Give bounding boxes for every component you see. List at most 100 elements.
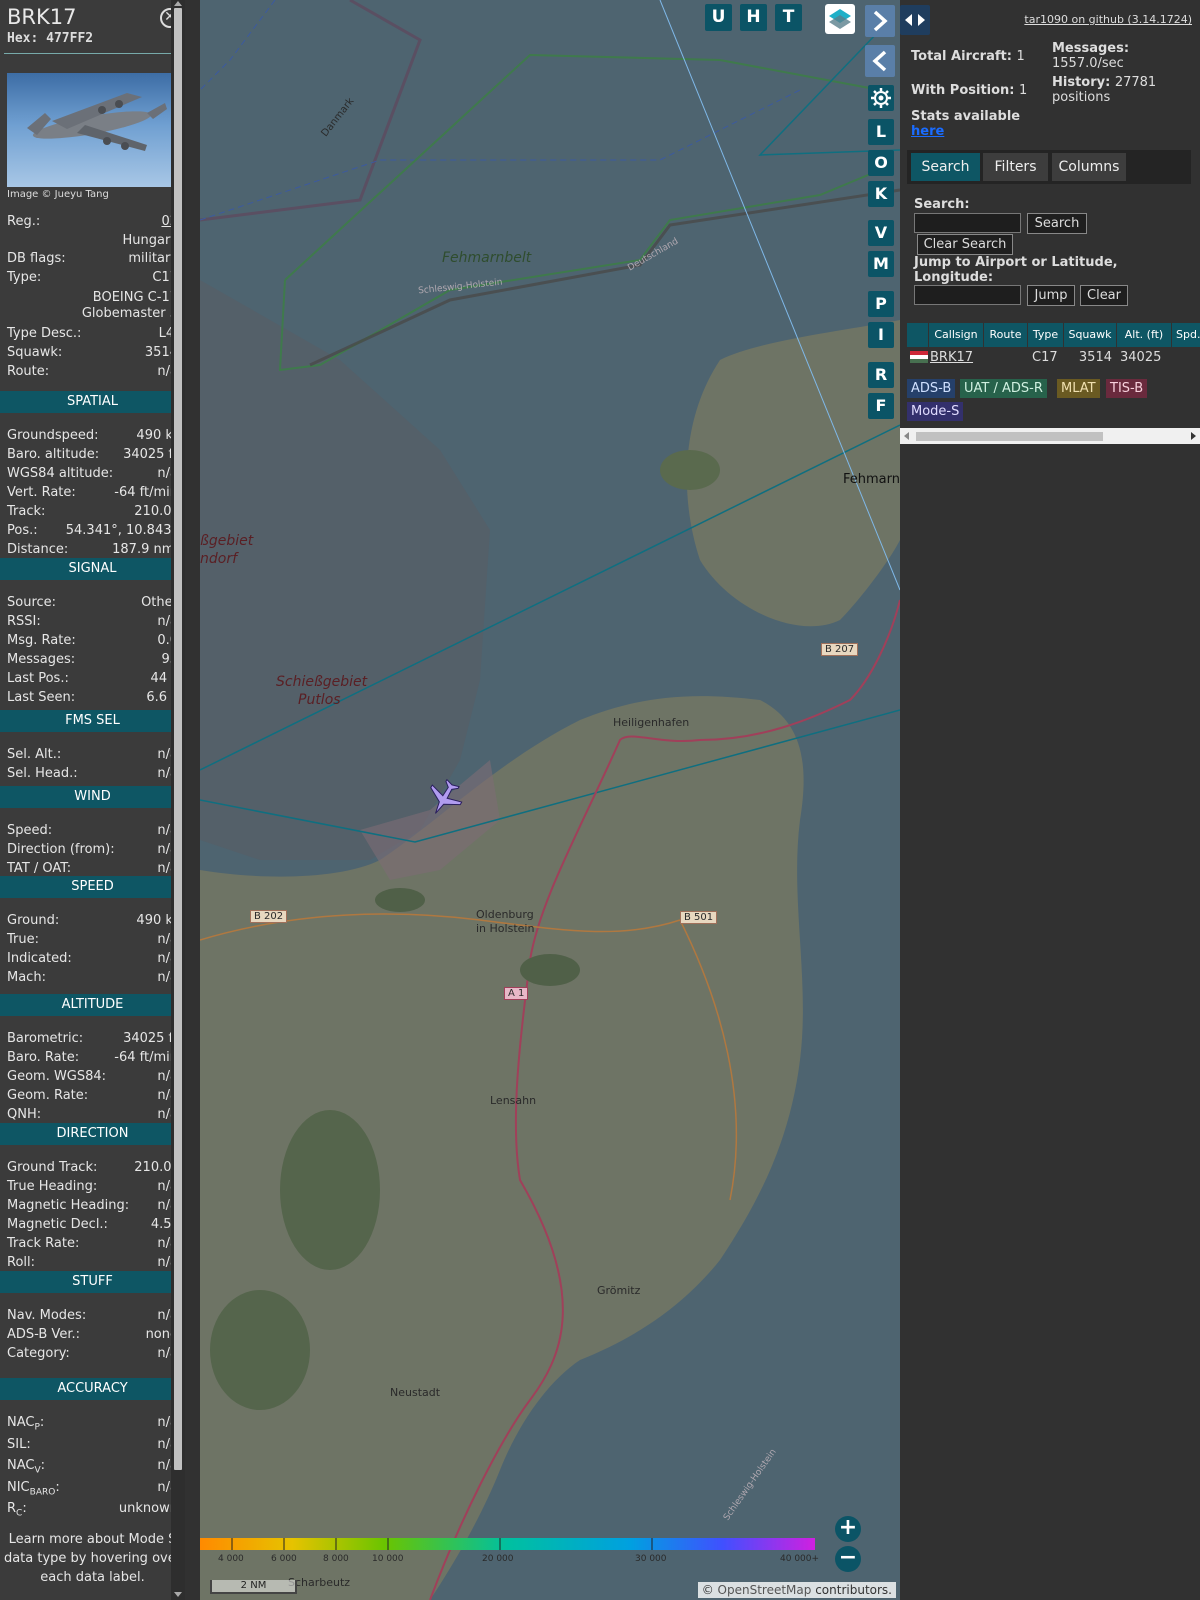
expand-sidebar-button[interactable] <box>865 5 895 37</box>
info-label[interactable]: Mach: <box>7 970 46 985</box>
info-label[interactable]: True: <box>7 932 39 947</box>
legend-tisb[interactable]: TIS-B <box>1106 379 1148 398</box>
tab-filters[interactable]: Filters <box>983 153 1048 181</box>
stats-here-link[interactable]: here <box>911 124 944 139</box>
info-label[interactable]: Vert. Rate: <box>7 485 76 500</box>
scroll-down-arrow-icon[interactable] <box>174 1592 182 1597</box>
info-label[interactable]: SIL: <box>7 1437 31 1455</box>
collapse-sidebar-button[interactable] <box>865 45 895 77</box>
section-header-spatial[interactable]: SPATIAL <box>0 391 185 413</box>
col-callsign[interactable]: Callsign <box>929 323 983 347</box>
info-label[interactable]: Track: <box>7 504 45 519</box>
info-panel-scrollbar[interactable] <box>171 0 185 1600</box>
info-label[interactable]: Msg. Rate: <box>7 633 76 648</box>
map-btn-h[interactable]: H <box>740 4 767 31</box>
info-scroll-thumb[interactable] <box>174 8 182 1470</box>
info-label[interactable]: Category: <box>7 1346 70 1361</box>
map-btn-i[interactable]: I <box>868 322 894 348</box>
scroll-left-arrow-icon[interactable] <box>904 432 909 440</box>
legend-modes[interactable]: Mode-S <box>907 402 964 421</box>
map-view[interactable]: 4 000 6 000 8 000 10 000 20 000 30 000 4… <box>200 0 900 1600</box>
info-label[interactable]: ADS-B Ver.: <box>7 1327 80 1342</box>
info-label[interactable]: TAT / OAT: <box>7 861 71 876</box>
row-callsign[interactable]: BRK17 <box>930 348 973 368</box>
jump-button[interactable]: Jump <box>1027 285 1075 306</box>
info-label[interactable]: Ground Track: <box>7 1160 97 1175</box>
section-header-signal[interactable]: SIGNAL <box>0 558 185 580</box>
aircraft-marker-icon[interactable] <box>424 776 466 818</box>
map-btn-p[interactable]: P <box>868 291 894 317</box>
tab-search[interactable]: Search <box>911 153 980 181</box>
info-label[interactable]: Source: <box>7 595 56 610</box>
col-squawk[interactable]: Squawk <box>1064 323 1116 347</box>
info-label[interactable]: QNH: <box>7 1107 41 1122</box>
scroll-up-arrow-icon[interactable] <box>174 1 182 6</box>
info-label[interactable]: Speed: <box>7 823 52 838</box>
map-btn-k[interactable]: K <box>868 181 894 207</box>
map-btn-t[interactable]: T <box>775 4 802 31</box>
info-label[interactable]: Magnetic Heading: <box>7 1198 129 1213</box>
legend-uat[interactable]: UAT / ADS-R <box>960 379 1047 398</box>
section-header-accuracy[interactable]: ACCURACY <box>0 1378 185 1400</box>
info-label[interactable]: NACP: <box>7 1415 44 1433</box>
info-label[interactable]: Baro. Rate: <box>7 1050 79 1065</box>
info-label[interactable]: Indicated: <box>7 951 72 966</box>
clear-jump-button[interactable]: Clear <box>1080 285 1128 306</box>
attribution-link[interactable]: OpenStreetMap <box>718 1583 812 1597</box>
map-btn-f[interactable]: F <box>868 393 894 419</box>
info-label[interactable]: Baro. altitude: <box>7 447 99 462</box>
zoom-in-button[interactable]: + <box>835 1516 861 1542</box>
map-btn-u[interactable]: U <box>705 4 732 31</box>
info-label[interactable]: RSSI: <box>7 614 41 629</box>
map-btn-r[interactable]: R <box>868 362 894 388</box>
info-label[interactable]: WGS84 altitude: <box>7 466 113 481</box>
info-label[interactable]: Track Rate: <box>7 1236 79 1251</box>
info-label[interactable]: Ground: <box>7 913 59 928</box>
tab-columns[interactable]: Columns <box>1052 153 1126 181</box>
info-label[interactable]: Last Seen: <box>7 690 75 705</box>
section-header-stuff[interactable]: STUFF <box>0 1271 185 1293</box>
info-label[interactable]: Barometric: <box>7 1031 83 1046</box>
table-scroll-thumb[interactable] <box>916 432 1103 441</box>
info-label[interactable]: Sel. Alt.: <box>7 747 61 762</box>
clear-search-button[interactable]: Clear Search <box>917 234 1013 255</box>
info-label[interactable]: Magnetic Decl.: <box>7 1217 108 1232</box>
toggle-sidebar-button[interactable] <box>900 5 930 35</box>
zoom-out-button[interactable]: − <box>835 1546 861 1572</box>
map-btn-o[interactable]: O <box>868 150 894 176</box>
search-input[interactable] <box>914 213 1021 233</box>
map-btn-v[interactable]: V <box>868 220 894 246</box>
info-label[interactable]: Nav. Modes: <box>7 1308 86 1323</box>
scroll-right-arrow-icon[interactable] <box>1191 432 1196 440</box>
version-link[interactable]: tar1090 on github (3.14.1724) <box>1024 13 1192 26</box>
info-label[interactable]: NACV: <box>7 1458 45 1476</box>
info-label[interactable]: Groundspeed: <box>7 428 98 443</box>
info-label[interactable]: RC: <box>7 1501 27 1519</box>
settings-button[interactable] <box>868 85 894 111</box>
section-header-altitude[interactable]: ALTITUDE <box>0 994 185 1016</box>
section-header-fms[interactable]: FMS SEL <box>0 710 185 732</box>
info-label[interactable]: Pos.: <box>7 523 38 538</box>
section-header-direction[interactable]: DIRECTION <box>0 1123 185 1145</box>
table-horizontal-scrollbar[interactable] <box>900 428 1200 444</box>
map-btn-l[interactable]: L <box>868 119 894 145</box>
info-label[interactable]: NICBARO: <box>7 1480 60 1498</box>
layers-button[interactable] <box>825 4 855 34</box>
legend-mlat[interactable]: MLAT <box>1057 379 1100 398</box>
search-button[interactable]: Search <box>1027 213 1087 234</box>
map-btn-m[interactable]: M <box>868 251 894 277</box>
section-header-wind[interactable]: WIND <box>0 786 185 808</box>
info-label[interactable]: Geom. Rate: <box>7 1088 88 1103</box>
info-label[interactable]: Messages: <box>7 652 75 667</box>
info-label[interactable]: Sel. Head.: <box>7 766 78 781</box>
jump-input[interactable] <box>914 285 1021 305</box>
col-alt[interactable]: Alt. (ft) <box>1117 323 1171 347</box>
col-route[interactable]: Route <box>984 323 1027 347</box>
legend-adsb[interactable]: ADS-B <box>907 379 956 398</box>
info-label[interactable]: Geom. WGS84: <box>7 1069 106 1084</box>
section-header-speed[interactable]: SPEED <box>0 876 185 898</box>
col-spd[interactable]: Spd. <box>1172 323 1200 347</box>
info-label[interactable]: Distance: <box>7 542 68 557</box>
info-label[interactable]: Direction (from): <box>7 842 115 857</box>
info-label[interactable]: Roll: <box>7 1255 35 1270</box>
